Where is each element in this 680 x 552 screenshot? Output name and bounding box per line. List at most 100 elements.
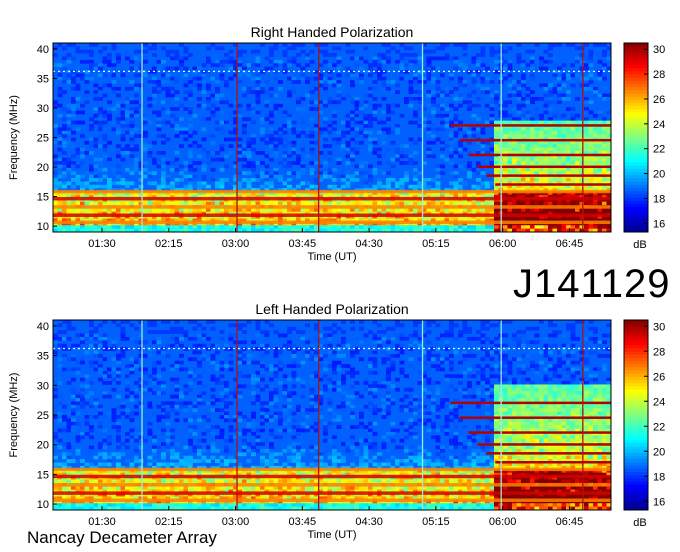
- heatmap-cell: [462, 208, 468, 213]
- heatmap-cell: [228, 49, 234, 54]
- heatmap-cell: [102, 154, 108, 159]
- heatmap-cell: [188, 320, 193, 324]
- heatmap-cell: [98, 120, 103, 125]
- heatmap-cell: [269, 134, 274, 138]
- heatmap-cell: [143, 340, 148, 345]
- heatmap-cell: [98, 364, 103, 368]
- heatmap-cell: [363, 100, 369, 105]
- heatmap-cell: [426, 127, 432, 132]
- heatmap-cell: [260, 167, 265, 172]
- heatmap-cell: [273, 353, 279, 358]
- heatmap-cell: [503, 110, 508, 115]
- heatmap-cell: [381, 360, 387, 365]
- heatmap-cell: [363, 225, 369, 230]
- heatmap-cell: [192, 167, 198, 172]
- heatmap-cell: [188, 167, 193, 172]
- heatmap-cell: [471, 167, 477, 172]
- heatmap-cell: [273, 350, 279, 355]
- heatmap-cell: [228, 208, 234, 213]
- heatmap-cell: [557, 147, 562, 152]
- heatmap-cell: [287, 124, 292, 128]
- heatmap-cell: [80, 147, 85, 152]
- heatmap-cell: [426, 59, 432, 64]
- heatmap-cell: [530, 161, 535, 165]
- heatmap-cell: [570, 134, 576, 138]
- heatmap-cell: [332, 178, 337, 182]
- heatmap-cell: [566, 134, 571, 138]
- heatmap-cell: [210, 56, 216, 61]
- heatmap-cell: [237, 336, 243, 341]
- heatmap-cell: [260, 120, 265, 125]
- heatmap-cell: [543, 208, 549, 213]
- heatmap-cell: [255, 201, 261, 206]
- heatmap-cell: [579, 144, 585, 149]
- heatmap-cell: [588, 120, 594, 125]
- heatmap-cell: [215, 107, 220, 111]
- heatmap-cell: [80, 174, 85, 179]
- heatmap-cell: [584, 110, 589, 115]
- heatmap-cell: [264, 208, 270, 213]
- heatmap-cell: [116, 53, 121, 57]
- heatmap-cell: [332, 113, 337, 118]
- heatmap-cell: [120, 147, 126, 152]
- heatmap-cell: [512, 357, 517, 362]
- heatmap-cell: [53, 53, 58, 57]
- heatmap-cell: [413, 97, 418, 101]
- heatmap-cell: [242, 201, 247, 206]
- heatmap-cell: [354, 107, 360, 111]
- heatmap-cell: [363, 46, 369, 51]
- heatmap-cell: [552, 323, 558, 328]
- heatmap-cell: [458, 127, 463, 132]
- heatmap-cell: [296, 364, 301, 368]
- heatmap-cell: [264, 181, 270, 186]
- heatmap-cell: [575, 201, 580, 206]
- heatmap-cell: [575, 46, 580, 51]
- heatmap-cell: [593, 130, 598, 135]
- heatmap-cell: [89, 208, 94, 213]
- heatmap-cell: [476, 184, 481, 189]
- heatmap-cell: [584, 360, 589, 365]
- heatmap-cell: [359, 357, 364, 362]
- heatmap-cell: [152, 181, 157, 186]
- heatmap-cell: [489, 46, 495, 51]
- heatmap-cell: [579, 130, 585, 135]
- heatmap-cell: [579, 178, 585, 182]
- heatmap-cell: [80, 59, 85, 64]
- heatmap-cell: [426, 154, 432, 159]
- heatmap-cell: [404, 171, 409, 176]
- heatmap-cell: [435, 171, 441, 176]
- heatmap-cell: [98, 323, 103, 328]
- heatmap-cell: [413, 120, 418, 125]
- heatmap-cell: [309, 83, 315, 88]
- heatmap-cell: [152, 370, 157, 375]
- heatmap-cell: [228, 144, 234, 149]
- heatmap-cell: [359, 56, 364, 61]
- heatmap-cell: [255, 161, 261, 165]
- colorbar-segment: [624, 96, 648, 101]
- heatmap-cell: [507, 225, 513, 230]
- heatmap-cell: [269, 53, 274, 57]
- heatmap-cell: [539, 161, 544, 165]
- heatmap-cell: [129, 130, 135, 135]
- heatmap-cell: [300, 181, 306, 186]
- heatmap-cell: [237, 370, 243, 375]
- heatmap-cell: [71, 144, 76, 149]
- heatmap-cell: [66, 127, 72, 132]
- heatmap-cell: [170, 181, 175, 186]
- heatmap-cell: [111, 181, 117, 186]
- heatmap-cell: [174, 340, 180, 345]
- heatmap-cell: [453, 367, 459, 372]
- emission-band: [53, 213, 611, 217]
- heatmap-cell: [255, 83, 261, 88]
- heatmap-cell: [152, 330, 157, 334]
- heatmap-cell: [417, 56, 423, 61]
- heatmap-cell: [534, 370, 540, 375]
- heatmap-cell: [116, 225, 121, 230]
- heatmap-cell: [539, 144, 544, 149]
- heatmap-cell: [125, 181, 130, 186]
- heatmap-cell: [147, 144, 153, 149]
- heatmap-cell: [111, 120, 117, 125]
- heatmap-cell: [228, 353, 234, 358]
- heatmap-cell: [602, 97, 607, 101]
- heatmap-cell: [534, 59, 540, 64]
